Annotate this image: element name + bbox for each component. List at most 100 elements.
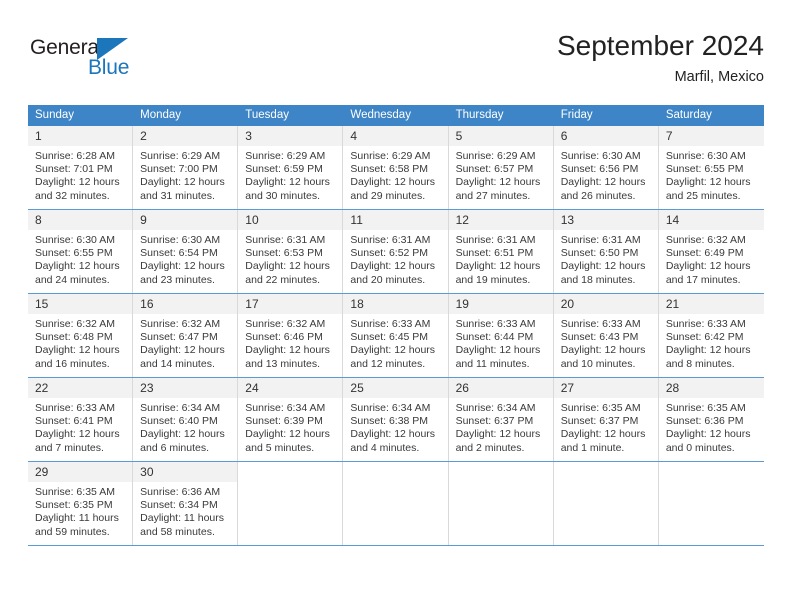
logo-text-blue: Blue bbox=[88, 56, 130, 79]
week-row: 29 Sunrise: 6:35 AM Sunset: 6:35 PM Dayligh… bbox=[28, 461, 764, 546]
sunset-text: Sunset: 6:49 PM bbox=[665, 247, 744, 260]
sunrise-text: Sunrise: 6:35 AM bbox=[35, 486, 115, 498]
day-number: 2 bbox=[133, 126, 238, 146]
day-cell[interactable]: 30 Sunrise: 6:36 AM Sunset: 6:34 PM Dayligh… bbox=[133, 461, 239, 546]
daylight-text-line1: Daylight: 12 hours bbox=[455, 260, 541, 273]
day-number: 21 bbox=[658, 294, 764, 314]
sunset-text: Sunset: 6:50 PM bbox=[560, 247, 639, 260]
day-number: 28 bbox=[658, 378, 764, 398]
day-cell[interactable]: 23 Sunrise: 6:34 AM Sunset: 6:40 PM Dayligh… bbox=[133, 377, 239, 462]
day-cell[interactable]: 26 Sunrise: 6:34 AM Sunset: 6:37 PM Dayligh… bbox=[448, 377, 554, 462]
day-cell[interactable]: 4 Sunrise: 6:29 AM Sunset: 6:58 PM Daylight… bbox=[343, 126, 449, 210]
day-details: Sunrise: 6:34 AM Sunset: 6:37 PM Daylight:… bbox=[449, 398, 553, 455]
daylight-text-line1: Daylight: 12 hours bbox=[455, 344, 541, 357]
day-details: Sunrise: 6:32 AM Sunset: 6:49 PM Daylight:… bbox=[659, 230, 764, 287]
day-details: Sunrise: 6:32 AM Sunset: 6:47 PM Daylight:… bbox=[133, 314, 237, 371]
sunset-text: Sunset: 6:36 PM bbox=[665, 415, 744, 428]
day-cell[interactable]: 21 Sunrise: 6:33 AM Sunset: 6:42 PM Dayligh… bbox=[658, 293, 764, 378]
day-number: 29 bbox=[28, 462, 133, 482]
day-details bbox=[659, 482, 764, 486]
daylight-text-line1: Daylight: 12 hours bbox=[350, 344, 436, 357]
daylight-text-line2: and 23 minutes. bbox=[140, 273, 215, 286]
day-cell[interactable]: 29 Sunrise: 6:35 AM Sunset: 6:35 PM Dayligh… bbox=[28, 461, 134, 546]
day-cell[interactable]: 24 Sunrise: 6:34 AM Sunset: 6:39 PM Dayligh… bbox=[238, 377, 344, 462]
day-number: 4 bbox=[343, 126, 448, 146]
day-cell[interactable]: 28 Sunrise: 6:35 AM Sunset: 6:36 PM Dayligh… bbox=[658, 377, 764, 462]
sunrise-text: Sunrise: 6:31 AM bbox=[560, 234, 641, 246]
day-details: Sunrise: 6:29 AM Sunset: 6:59 PM Daylight:… bbox=[238, 146, 342, 203]
daylight-text-line1: Daylight: 12 hours bbox=[350, 428, 436, 441]
daylight-text-line1: Daylight: 12 hours bbox=[140, 428, 225, 441]
day-cell[interactable]: 10 Sunrise: 6:31 AM Sunset: 6:53 PM Dayligh… bbox=[238, 209, 344, 294]
daylight-text-line2: and 24 minutes. bbox=[35, 273, 110, 286]
day-cell[interactable]: 16 Sunrise: 6:32 AM Sunset: 6:47 PM Dayligh… bbox=[133, 293, 239, 378]
day-cell[interactable]: 3 Sunrise: 6:29 AM Sunset: 6:59 PM Daylight… bbox=[238, 126, 344, 210]
daylight-text-line2: and 5 minutes. bbox=[245, 441, 315, 454]
sunrise-text: Sunrise: 6:29 AM bbox=[245, 150, 326, 162]
day-cell[interactable]: 19 Sunrise: 6:33 AM Sunset: 6:44 PM Dayligh… bbox=[448, 293, 554, 378]
daylight-text-line1: Daylight: 12 hours bbox=[140, 344, 225, 357]
daylight-text-line1: Daylight: 12 hours bbox=[245, 428, 330, 441]
day-cell[interactable]: 20 Sunrise: 6:33 AM Sunset: 6:43 PM Dayligh… bbox=[553, 293, 659, 378]
day-cell[interactable]: 5 Sunrise: 6:29 AM Sunset: 6:57 PM Daylight… bbox=[448, 126, 554, 210]
daylight-text-line1: Daylight: 12 hours bbox=[665, 176, 751, 189]
page-title: September 2024 bbox=[556, 30, 764, 61]
day-cell[interactable]: 18 Sunrise: 6:33 AM Sunset: 6:45 PM Dayligh… bbox=[343, 293, 449, 378]
day-cell[interactable]: 12 Sunrise: 6:31 AM Sunset: 6:51 PM Dayligh… bbox=[448, 209, 554, 294]
day-number: 5 bbox=[448, 126, 553, 146]
day-cell-empty bbox=[658, 461, 764, 546]
day-number: 24 bbox=[238, 378, 343, 398]
day-number: 25 bbox=[343, 378, 448, 398]
daylight-text-line1: Daylight: 12 hours bbox=[35, 260, 120, 273]
weekday-header-saturday: Saturday bbox=[658, 105, 764, 126]
daylight-text-line2: and 8 minutes. bbox=[665, 357, 735, 370]
day-cell[interactable]: 17 Sunrise: 6:32 AM Sunset: 6:46 PM Dayligh… bbox=[238, 293, 344, 378]
daylight-text-line2: and 16 minutes. bbox=[35, 357, 110, 370]
daylight-text-line1: Daylight: 12 hours bbox=[665, 344, 751, 357]
week-row: 15 Sunrise: 6:32 AM Sunset: 6:48 PM Dayligh… bbox=[28, 293, 764, 378]
day-details: Sunrise: 6:33 AM Sunset: 6:43 PM Daylight:… bbox=[554, 314, 658, 371]
day-cell[interactable]: 22 Sunrise: 6:33 AM Sunset: 6:41 PM Dayligh… bbox=[28, 377, 134, 462]
day-cell[interactable]: 2 Sunrise: 6:29 AM Sunset: 7:00 PM Daylight… bbox=[133, 126, 239, 210]
weekday-header-tuesday: Tuesday bbox=[238, 105, 344, 126]
daylight-text-line2: and 4 minutes. bbox=[350, 441, 420, 454]
sunset-text: Sunset: 6:55 PM bbox=[665, 163, 744, 176]
day-cell[interactable]: 9 Sunrise: 6:30 AM Sunset: 6:54 PM Daylight… bbox=[133, 209, 239, 294]
daylight-text-line2: and 1 minute. bbox=[560, 441, 625, 454]
sunrise-text: Sunrise: 6:29 AM bbox=[455, 150, 536, 162]
day-details bbox=[238, 482, 342, 486]
daylight-text-line2: and 58 minutes. bbox=[140, 525, 215, 538]
day-cell[interactable]: 11 Sunrise: 6:31 AM Sunset: 6:52 PM Dayligh… bbox=[343, 209, 449, 294]
sunrise-text: Sunrise: 6:33 AM bbox=[350, 318, 431, 330]
day-cell[interactable]: 1 Sunrise: 6:28 AM Sunset: 7:01 PM Daylight… bbox=[28, 126, 134, 210]
weekday-header-wednesday: Wednesday bbox=[343, 105, 449, 126]
day-details: Sunrise: 6:33 AM Sunset: 6:44 PM Daylight:… bbox=[449, 314, 553, 371]
day-number: 13 bbox=[553, 210, 658, 230]
day-cell[interactable]: 25 Sunrise: 6:34 AM Sunset: 6:38 PM Dayligh… bbox=[343, 377, 449, 462]
sunrise-text: Sunrise: 6:35 AM bbox=[560, 402, 641, 414]
sunrise-text: Sunrise: 6:33 AM bbox=[35, 402, 115, 414]
daylight-text-line2: and 7 minutes. bbox=[35, 441, 104, 454]
daylight-text-line1: Daylight: 12 hours bbox=[455, 428, 541, 441]
day-cell[interactable]: 13 Sunrise: 6:31 AM Sunset: 6:50 PM Dayligh… bbox=[553, 209, 659, 294]
day-cell[interactable]: 7 Sunrise: 6:30 AM Sunset: 6:55 PM Daylight… bbox=[658, 126, 764, 210]
day-number: 3 bbox=[238, 126, 343, 146]
daylight-text-line2: and 6 minutes. bbox=[140, 441, 210, 454]
sunset-text: Sunset: 6:58 PM bbox=[350, 163, 429, 176]
day-cell[interactable]: 8 Sunrise: 6:30 AM Sunset: 6:55 PM Daylight… bbox=[28, 209, 134, 294]
sunset-text: Sunset: 6:43 PM bbox=[560, 331, 639, 344]
calendar-grid: Sunday Monday Tuesday Wednesday Thursday… bbox=[28, 105, 764, 546]
day-details: Sunrise: 6:30 AM Sunset: 6:54 PM Daylight:… bbox=[133, 230, 237, 287]
day-details: Sunrise: 6:31 AM Sunset: 6:53 PM Daylight:… bbox=[238, 230, 342, 287]
sunrise-text: Sunrise: 6:32 AM bbox=[35, 318, 115, 330]
day-number: 6 bbox=[553, 126, 658, 146]
day-details: Sunrise: 6:33 AM Sunset: 6:45 PM Daylight:… bbox=[343, 314, 447, 371]
sunset-text: Sunset: 6:42 PM bbox=[665, 331, 744, 344]
day-cell[interactable]: 6 Sunrise: 6:30 AM Sunset: 6:56 PM Daylight… bbox=[553, 126, 659, 210]
day-cell[interactable]: 14 Sunrise: 6:32 AM Sunset: 6:49 PM Dayligh… bbox=[658, 209, 764, 294]
day-cell[interactable]: 15 Sunrise: 6:32 AM Sunset: 6:48 PM Dayligh… bbox=[28, 293, 134, 378]
day-cell[interactable]: 27 Sunrise: 6:35 AM Sunset: 6:37 PM Dayligh… bbox=[553, 377, 659, 462]
sunset-text: Sunset: 6:47 PM bbox=[140, 331, 218, 344]
generalblue-logo[interactable]: General Blue bbox=[30, 36, 160, 84]
daylight-text-line2: and 2 minutes. bbox=[455, 441, 525, 454]
